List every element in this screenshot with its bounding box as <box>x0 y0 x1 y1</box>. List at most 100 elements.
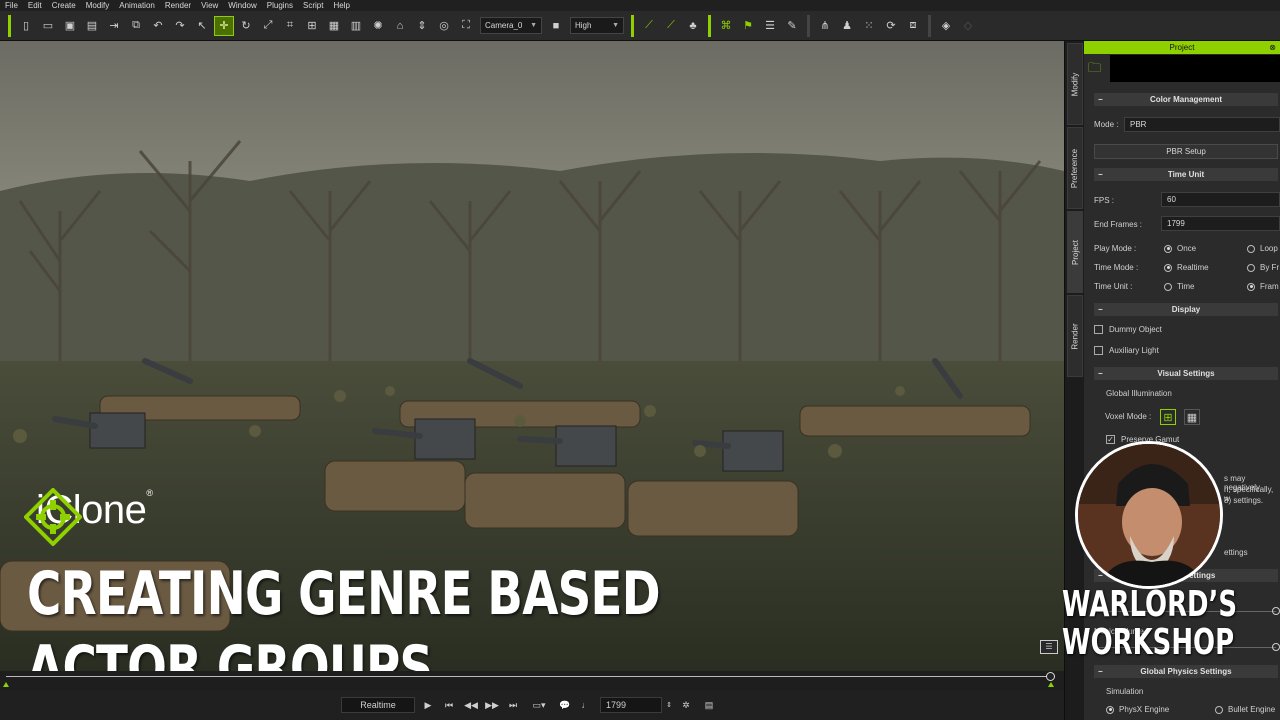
save-icon[interactable]: ▣ <box>60 16 80 36</box>
export-icon[interactable]: ⇥ <box>104 16 124 36</box>
sound-volume-slider-handle[interactable] <box>1272 607 1280 615</box>
puzzle-icon[interactable]: ⧈ <box>903 16 923 36</box>
section-display[interactable]: − Display <box>1094 303 1278 316</box>
time-unit-frame-radio[interactable]: Fram <box>1247 282 1279 291</box>
menu-modify[interactable]: Modify <box>81 0 115 11</box>
mode-field[interactable]: PBR <box>1124 117 1280 132</box>
snap-icon[interactable]: ⊞ <box>302 16 322 36</box>
menu-script[interactable]: Script <box>298 0 328 11</box>
menu-edit[interactable]: Edit <box>23 0 47 11</box>
light-icon[interactable]: ✺ <box>368 16 388 36</box>
section-global-physics[interactable]: − Global Physics Settings <box>1094 665 1278 678</box>
tab-preference[interactable]: Preference <box>1067 127 1083 209</box>
voxel-mode-dense-grid-icon[interactable]: ▦ <box>1184 409 1200 425</box>
orbit-icon[interactable]: ◎ <box>434 16 454 36</box>
frame-stepper-icon[interactable]: ⇕ <box>664 697 674 713</box>
physx-engine-radio[interactable]: PhysX Engine <box>1106 705 1169 714</box>
timeline-start-marker[interactable] <box>3 682 9 687</box>
align-icon[interactable]: ⌗ <box>280 16 300 36</box>
timeline-bar[interactable] <box>0 671 1064 691</box>
section-color-management[interactable]: − Color Management <box>1094 93 1278 106</box>
close-icon[interactable]: ⊗ <box>1269 41 1276 54</box>
auxiliary-light-checkbox[interactable]: Auxiliary Light <box>1094 346 1159 355</box>
collapse-icon: − <box>1098 170 1103 179</box>
end-frames-field[interactable]: 1799 <box>1161 216 1280 231</box>
bullet-engine-radio[interactable]: Bullet Engine <box>1215 705 1275 714</box>
tab-project[interactable]: Project <box>1067 211 1083 293</box>
fps-field[interactable]: 60 <box>1161 192 1280 207</box>
subtitle-icon[interactable]: 💬 <box>558 697 572 713</box>
ik-icon[interactable]: ⟋ <box>639 16 659 36</box>
menu-plugins[interactable]: Plugins <box>262 0 298 11</box>
diamond-icon[interactable]: ◈ <box>936 16 956 36</box>
voxel-mode-grid-icon[interactable]: ⊞ <box>1160 409 1176 425</box>
go-to-end-icon[interactable]: ⏭ <box>506 697 520 713</box>
undo-icon[interactable]: ↶ <box>148 16 168 36</box>
current-frame-field[interactable]: 1799 <box>600 697 662 713</box>
timeline-playhead[interactable] <box>1046 672 1055 681</box>
viewport-layout-icon[interactable]: ▥ <box>346 16 366 36</box>
section-time-unit[interactable]: − Time Unit <box>1094 168 1278 181</box>
network-icon[interactable]: ⋔ <box>815 16 835 36</box>
people-icon[interactable]: ♟ <box>837 16 857 36</box>
settings-gear-icon[interactable]: ✲ <box>679 697 693 713</box>
merge-icon[interactable]: ⧉ <box>126 16 146 36</box>
time-unit-time-radio[interactable]: Time <box>1164 282 1194 291</box>
play-icon[interactable]: ▶ <box>421 697 435 713</box>
time-mode-byframe-radio[interactable]: By Fr <box>1247 263 1279 272</box>
menu-help[interactable]: Help <box>328 0 354 11</box>
video-camera-icon[interactable]: ■ <box>546 16 566 36</box>
menu-render[interactable]: Render <box>160 0 196 11</box>
tab-modify[interactable]: Modify <box>1067 43 1083 125</box>
sync-icon[interactable]: ⟳ <box>881 16 901 36</box>
menu-create[interactable]: Create <box>47 0 81 11</box>
script-icon[interactable]: ☰ <box>760 16 780 36</box>
home-view-icon[interactable]: ⌂ <box>390 16 410 36</box>
flag-icon[interactable]: ⚑ <box>738 16 758 36</box>
path-icon[interactable]: ⌘ <box>716 16 736 36</box>
new-file-icon[interactable]: ▯ <box>16 16 36 36</box>
quality-select[interactable]: High ▼ <box>570 17 624 34</box>
zoom-extents-icon[interactable]: ⛶ <box>456 16 476 36</box>
crowd-icon[interactable]: ♣ <box>683 16 703 36</box>
menu-window[interactable]: Window <box>223 0 261 11</box>
timeline-end-marker[interactable] <box>1048 682 1054 687</box>
timeline-editor-icon[interactable]: ▤ <box>701 697 717 713</box>
brush-icon[interactable]: ✎ <box>782 16 802 36</box>
viewport-comment-icon[interactable]: ☰ <box>1040 640 1058 654</box>
time-mode-realtime-radio[interactable]: Realtime <box>1164 263 1209 272</box>
open-folder-icon[interactable]: ▭ <box>38 16 58 36</box>
menu-file[interactable]: File <box>0 0 23 11</box>
3d-viewport[interactable]: iClone® CREATING GENRE BASED ACTOR GROUP… <box>0 41 1064 671</box>
dummy-object-checkbox[interactable]: Dummy Object <box>1094 325 1162 334</box>
save-as-icon[interactable]: ▤ <box>82 16 102 36</box>
move-icon[interactable]: ✛ <box>214 15 234 36</box>
play-mode-once-radio[interactable]: Once <box>1164 244 1196 253</box>
section-visual-settings[interactable]: − Visual Settings <box>1094 367 1278 380</box>
previous-frame-icon[interactable]: ◀◀ <box>463 697 479 713</box>
camera-select[interactable]: Camera_0 ▼ <box>480 17 542 34</box>
next-frame-icon[interactable]: ▶▶ <box>484 697 500 713</box>
music-icon[interactable]: ♩ <box>579 697 593 713</box>
menu-view[interactable]: View <box>196 0 223 11</box>
scale-icon[interactable]: ⤢ <box>258 16 278 36</box>
playback-mode-field[interactable]: Realtime <box>341 697 415 713</box>
select-icon[interactable]: ↖ <box>192 16 212 36</box>
project-folder-icon[interactable]: 🗀 <box>1088 59 1101 81</box>
diamond-outline-icon[interactable]: ◇ <box>958 16 978 36</box>
music-volume-slider-handle[interactable] <box>1272 643 1280 651</box>
play-mode-loop-radio[interactable]: Loop <box>1247 244 1278 253</box>
go-to-start-icon[interactable]: ⏮ <box>442 697 456 713</box>
rotate-icon[interactable]: ↻ <box>236 16 256 36</box>
time-unit-frame-label: Fram <box>1260 282 1279 291</box>
pbr-setup-button[interactable]: PBR Setup <box>1094 144 1278 159</box>
loop-icon[interactable]: ▭▾ <box>528 697 550 713</box>
menu-animation[interactable]: Animation <box>114 0 160 11</box>
fit-view-icon[interactable]: ⇕ <box>412 16 432 36</box>
dots-grid-icon[interactable]: ⁙ <box>859 16 879 36</box>
redo-icon[interactable]: ↷ <box>170 16 190 36</box>
fk-icon[interactable]: ⟋ <box>661 16 681 36</box>
grid-icon[interactable]: ▦ <box>324 16 344 36</box>
tab-render[interactable]: Render <box>1067 295 1083 377</box>
toolbar-separator <box>8 14 11 37</box>
